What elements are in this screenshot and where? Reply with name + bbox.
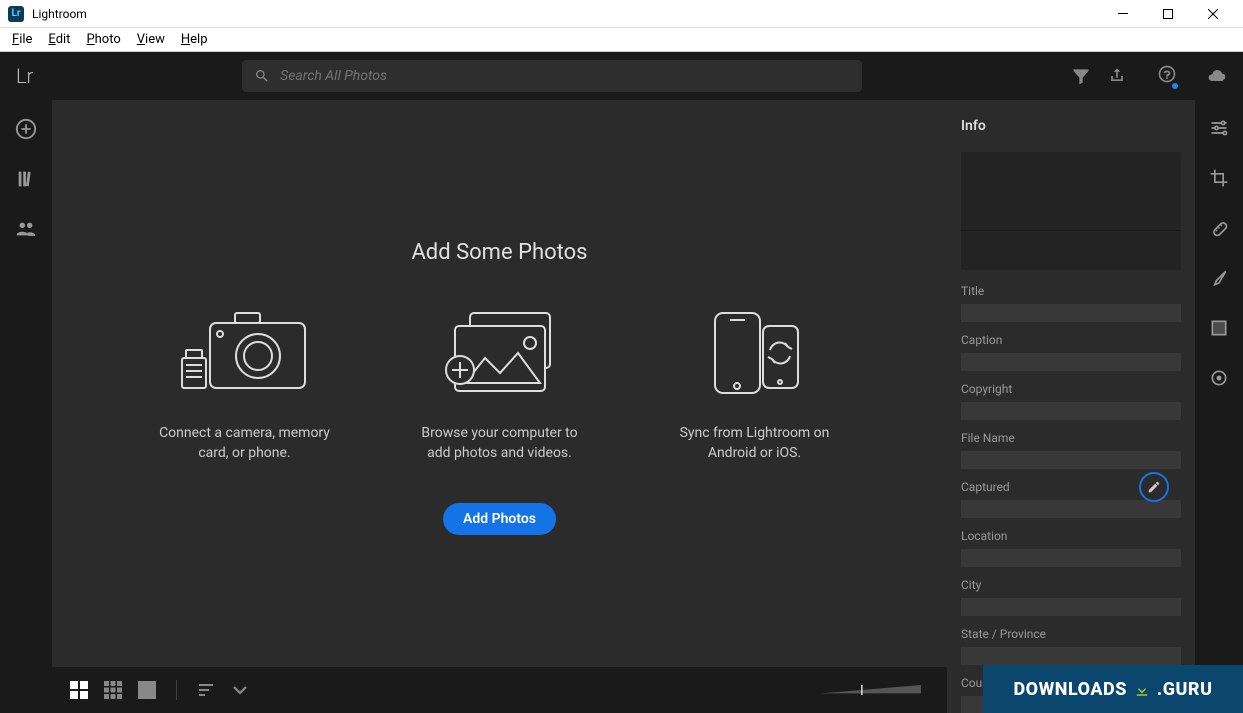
copyright-input[interactable] xyxy=(961,402,1181,420)
notification-dot xyxy=(1172,83,1178,89)
appbar: Lr xyxy=(0,52,1243,100)
grid-view-small-button[interactable] xyxy=(102,679,124,701)
crop-icon[interactable] xyxy=(1209,168,1229,188)
sort-button[interactable] xyxy=(195,679,217,701)
pencil-icon xyxy=(1147,480,1161,494)
watermark: DOWNLOADS .GURU xyxy=(983,665,1243,713)
field-label-city: City xyxy=(961,578,1181,592)
add-icon[interactable] xyxy=(15,118,37,140)
menu-edit[interactable]: Edit xyxy=(40,30,78,49)
title-input[interactable] xyxy=(961,304,1181,322)
grid-view-large-button[interactable] xyxy=(68,679,90,701)
search-box[interactable] xyxy=(242,60,862,92)
city-input[interactable] xyxy=(961,598,1181,616)
app-icon: Lr xyxy=(8,6,24,22)
zoom-slider[interactable] xyxy=(811,685,931,695)
location-input[interactable] xyxy=(961,549,1181,567)
download-arrow-icon xyxy=(1133,680,1151,698)
info-panel-title: Info xyxy=(961,118,1181,134)
people-icon[interactable] xyxy=(15,218,37,240)
cloud-icon[interactable] xyxy=(1207,66,1227,86)
field-label-title: Title xyxy=(961,284,1181,298)
menu-file[interactable]: File xyxy=(4,30,40,49)
field-label-caption: Caption xyxy=(961,333,1181,347)
window-title: Lightroom xyxy=(32,7,87,21)
menu-photo[interactable]: Photo xyxy=(78,30,128,49)
camera-icon xyxy=(157,305,332,400)
card-text: Connect a camera, memory card, or phone. xyxy=(157,424,332,463)
close-button[interactable] xyxy=(1190,0,1235,28)
empty-state-heading: Add Some Photos xyxy=(411,240,587,265)
card-connect-device: Connect a camera, memory card, or phone. xyxy=(157,305,332,463)
radial-icon[interactable] xyxy=(1209,368,1229,388)
bottom-bar xyxy=(52,667,947,713)
photos-icon xyxy=(412,305,587,400)
card-sync-mobile: Sync from Lightroom on Android or iOS. xyxy=(667,305,842,463)
info-panel: Info Title Caption Copyright File Name C… xyxy=(947,100,1195,713)
field-label-state: State / Province xyxy=(961,627,1181,641)
right-sidebar xyxy=(1195,100,1243,713)
search-input[interactable] xyxy=(280,68,850,84)
edit-captured-button[interactable] xyxy=(1139,472,1169,502)
healing-icon[interactable] xyxy=(1209,218,1229,238)
main-content: Add Some Photos xyxy=(52,100,947,713)
watermark-text-right: .GURU xyxy=(1157,679,1213,700)
field-label-copyright: Copyright xyxy=(961,382,1181,396)
card-browse-computer: Browse your computer to add photos and v… xyxy=(412,305,587,463)
left-sidebar xyxy=(0,100,52,713)
field-label-location: Location xyxy=(961,529,1181,543)
add-photos-button[interactable]: Add Photos xyxy=(443,503,556,535)
sliders-icon[interactable] xyxy=(1209,118,1229,138)
filename-input[interactable] xyxy=(961,451,1181,469)
maximize-button[interactable] xyxy=(1145,0,1190,28)
gradient-icon[interactable] xyxy=(1209,318,1229,338)
field-label-filename: File Name xyxy=(961,431,1181,445)
menu-view[interactable]: View xyxy=(129,30,173,49)
single-view-button[interactable] xyxy=(136,679,158,701)
menubar: File Edit Photo View Help xyxy=(0,28,1243,52)
share-icon[interactable] xyxy=(1107,66,1127,86)
state-input[interactable] xyxy=(961,647,1181,665)
mobile-sync-icon xyxy=(667,305,842,400)
app-logo: Lr xyxy=(16,64,33,88)
sort-dropdown-icon[interactable] xyxy=(229,679,251,701)
preview-thumbnail xyxy=(961,152,1181,270)
filter-icon[interactable] xyxy=(1071,66,1091,86)
card-text: Sync from Lightroom on Android or iOS. xyxy=(667,424,842,463)
card-text: Browse your computer to add photos and v… xyxy=(412,424,587,463)
titlebar: Lr Lightroom xyxy=(0,0,1243,28)
brush-icon[interactable] xyxy=(1209,268,1229,288)
separator xyxy=(176,680,177,700)
help-icon[interactable] xyxy=(1157,64,1177,84)
library-icon[interactable] xyxy=(15,168,37,190)
watermark-text-left: DOWNLOADS xyxy=(1014,679,1127,700)
captured-input[interactable] xyxy=(961,500,1181,518)
minimize-button[interactable] xyxy=(1100,0,1145,28)
menu-help[interactable]: Help xyxy=(173,30,216,49)
search-icon xyxy=(254,68,270,84)
caption-input[interactable] xyxy=(961,353,1181,371)
